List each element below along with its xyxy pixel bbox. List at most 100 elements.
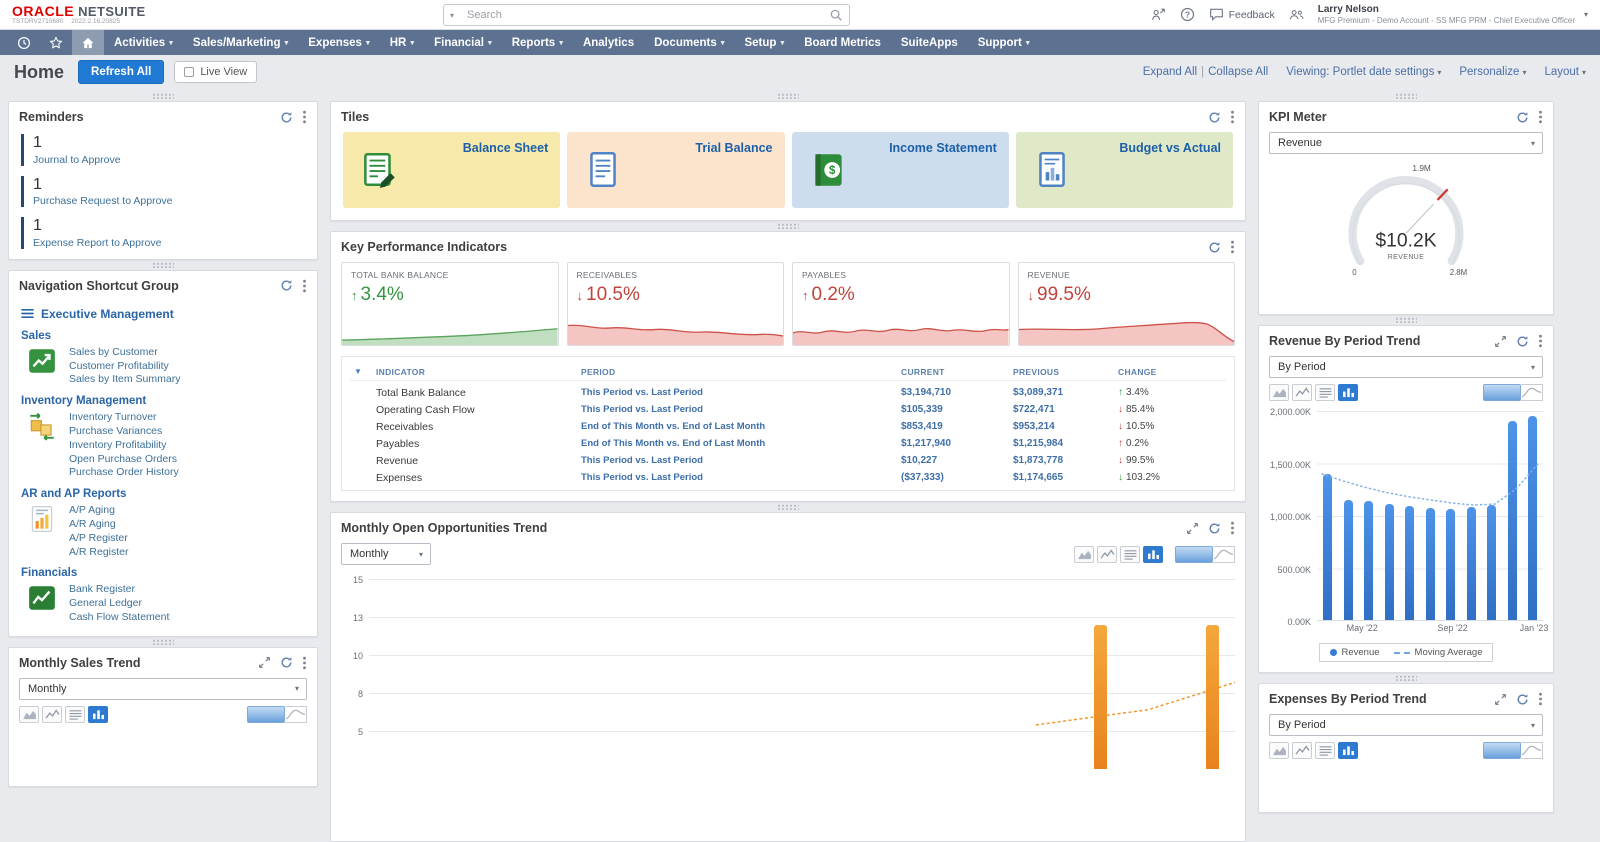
search-scope-caret-icon[interactable]: ▾ (450, 11, 459, 20)
chart-type-bar-button[interactable] (1143, 546, 1163, 563)
collapse-all-link[interactable]: Collapse All (1208, 66, 1268, 78)
shortcut-link-customer-profitability[interactable]: Customer Profitability (69, 360, 180, 373)
chart-range-selector[interactable] (1483, 742, 1543, 759)
share-icon[interactable] (1151, 7, 1166, 22)
chart-type-bar-button[interactable] (1338, 384, 1358, 401)
kpi-meter-metric-select[interactable]: Revenue▾ (1269, 132, 1543, 154)
portlet-drag-handle[interactable] (330, 502, 1246, 512)
portlet-menu-icon[interactable] (1230, 521, 1235, 535)
chart-type-table-button[interactable] (1120, 546, 1140, 563)
reminder-item[interactable]: 1Expense Report to Approve (21, 217, 305, 249)
refresh-icon[interactable] (1516, 693, 1529, 706)
reminder-link[interactable]: Journal to Approve (33, 154, 305, 166)
tile-trial-balance[interactable]: Trial Balance (567, 132, 784, 208)
kpi-period-link[interactable]: This Period vs. Last Period (581, 455, 901, 466)
kpi-period-link[interactable]: End of This Month vs. End of Last Month (581, 421, 901, 432)
nav-item-activities[interactable]: Activities▾ (104, 30, 183, 55)
kpi-table-row[interactable]: RevenueThis Period vs. Last Period$10,22… (350, 452, 1226, 469)
nav-item-documents[interactable]: Documents▾ (644, 30, 734, 55)
nav-item-board-metrics[interactable]: Board Metrics (794, 30, 891, 55)
portlet-menu-icon[interactable] (1230, 110, 1235, 124)
search-icon[interactable] (829, 8, 843, 22)
portlet-menu-icon[interactable] (302, 656, 307, 670)
portlet-drag-handle[interactable] (1258, 315, 1554, 325)
portlet-menu-icon[interactable] (1538, 692, 1543, 706)
expand-icon[interactable] (1494, 693, 1507, 706)
roles-icon[interactable] (1289, 7, 1304, 22)
nav-item-reports[interactable]: Reports▾ (502, 30, 573, 55)
shortcut-link-a-p-aging[interactable]: A/P Aging (69, 504, 129, 517)
kpi-card-payables[interactable]: PAYABLES↑0.2% (792, 262, 1010, 346)
chart-type-table-button[interactable] (1315, 742, 1335, 759)
refresh-icon[interactable] (1208, 522, 1221, 535)
kpi-table-row[interactable]: Total Bank BalanceThis Period vs. Last P… (350, 384, 1226, 401)
kpi-previous-link[interactable]: $1,174,665 (1013, 472, 1118, 483)
nav-item-suiteapps[interactable]: SuiteApps (891, 30, 968, 55)
refresh-icon[interactable] (1208, 111, 1221, 124)
expenses-trend-period-select[interactable]: By Period▾ (1269, 714, 1543, 736)
chart-type-area-button[interactable] (1269, 742, 1289, 759)
live-view-toggle[interactable]: Live View (174, 61, 257, 83)
layout-dropdown[interactable]: Layout▾ (1544, 66, 1586, 78)
shortcut-link-inventory-turnover[interactable]: Inventory Turnover (69, 411, 179, 424)
viewing-dropdown[interactable]: Viewing: Portlet date settings▾ (1286, 66, 1441, 78)
nav-item-sales-marketing[interactable]: Sales/Marketing▾ (183, 30, 298, 55)
expand-icon[interactable] (1494, 335, 1507, 348)
expand-icon[interactable] (1186, 522, 1199, 535)
portlet-drag-handle[interactable] (1258, 673, 1554, 683)
kpi-card-receivables[interactable]: RECEIVABLES↓10.5% (567, 262, 785, 346)
chart-range-selector[interactable] (1175, 546, 1235, 563)
kpi-period-link[interactable]: This Period vs. Last Period (581, 387, 901, 398)
kpi-table-row[interactable]: Operating Cash FlowThis Period vs. Last … (350, 401, 1226, 418)
range-zoom-box[interactable] (1483, 384, 1521, 401)
revenue-trend-period-select[interactable]: By Period▾ (1269, 356, 1543, 378)
nav-item-setup[interactable]: Setup▾ (734, 30, 794, 55)
nav-item-hr[interactable]: HR▾ (380, 30, 424, 55)
reminder-link[interactable]: Purchase Request to Approve (33, 195, 305, 207)
kpi-table-row[interactable]: ExpensesThis Period vs. Last Period($37,… (350, 469, 1226, 486)
search-input[interactable] (465, 8, 823, 22)
shortcut-link-cash-flow-statement[interactable]: Cash Flow Statement (69, 611, 169, 624)
kpi-period-link[interactable]: End of This Month vs. End of Last Month (581, 438, 901, 449)
kpi-current-link[interactable]: $105,339 (901, 404, 1013, 415)
kpi-table-collapse-icon[interactable]: ▼ (350, 367, 376, 376)
reminder-link[interactable]: Expense Report to Approve (33, 237, 305, 249)
chart-type-line-button[interactable] (1292, 742, 1312, 759)
tile-balance-sheet[interactable]: Balance Sheet (343, 132, 560, 208)
kpi-table-row[interactable]: ReceivablesEnd of This Month vs. End of … (350, 418, 1226, 435)
shortcut-link-purchase-order-history[interactable]: Purchase Order History (69, 466, 179, 479)
home-icon[interactable] (72, 30, 104, 55)
range-zoom-box[interactable] (1483, 742, 1521, 759)
portlet-menu-icon[interactable] (1538, 110, 1543, 124)
kpi-period-link[interactable]: This Period vs. Last Period (581, 472, 901, 483)
refresh-icon[interactable] (1208, 241, 1221, 254)
chart-type-table-button[interactable] (1315, 384, 1335, 401)
refresh-icon[interactable] (280, 279, 293, 292)
reminder-item[interactable]: 1Purchase Request to Approve (21, 176, 305, 208)
sales-trend-period-select[interactable]: Monthly▾ (19, 678, 307, 700)
kpi-previous-link[interactable]: $953,214 (1013, 421, 1118, 432)
chart-type-table-button[interactable] (65, 706, 85, 723)
feedback-button[interactable]: Feedback (1209, 7, 1275, 22)
range-zoom-box[interactable] (1175, 546, 1213, 563)
kpi-current-link[interactable]: ($37,333) (901, 472, 1013, 483)
kpi-previous-link[interactable]: $1,215,984 (1013, 438, 1118, 449)
kpi-current-link[interactable]: $853,419 (901, 421, 1013, 432)
shortcut-link-general-ledger[interactable]: General Ledger (69, 597, 169, 610)
nav-item-expenses[interactable]: Expenses▾ (298, 30, 379, 55)
portlet-drag-handle[interactable] (330, 91, 1246, 101)
refresh-icon[interactable] (1516, 335, 1529, 348)
shortcuts-star-icon[interactable] (40, 30, 72, 55)
kpi-current-link[interactable]: $1,217,940 (901, 438, 1013, 449)
portlet-menu-icon[interactable] (1230, 240, 1235, 254)
chart-type-area-button[interactable] (1074, 546, 1094, 563)
refresh-all-button[interactable]: Refresh All (78, 60, 164, 84)
chart-type-bar-button[interactable] (88, 706, 108, 723)
shortcut-link-sales-by-customer[interactable]: Sales by Customer (69, 346, 180, 359)
chart-range-selector[interactable] (247, 706, 307, 723)
portlet-menu-icon[interactable] (302, 279, 307, 293)
shortcut-link-inventory-profitability[interactable]: Inventory Profitability (69, 439, 179, 452)
chart-type-line-button[interactable] (1097, 546, 1117, 563)
shortcut-link-purchase-variances[interactable]: Purchase Variances (69, 425, 179, 438)
kpi-previous-link[interactable]: $1,873,778 (1013, 455, 1118, 466)
